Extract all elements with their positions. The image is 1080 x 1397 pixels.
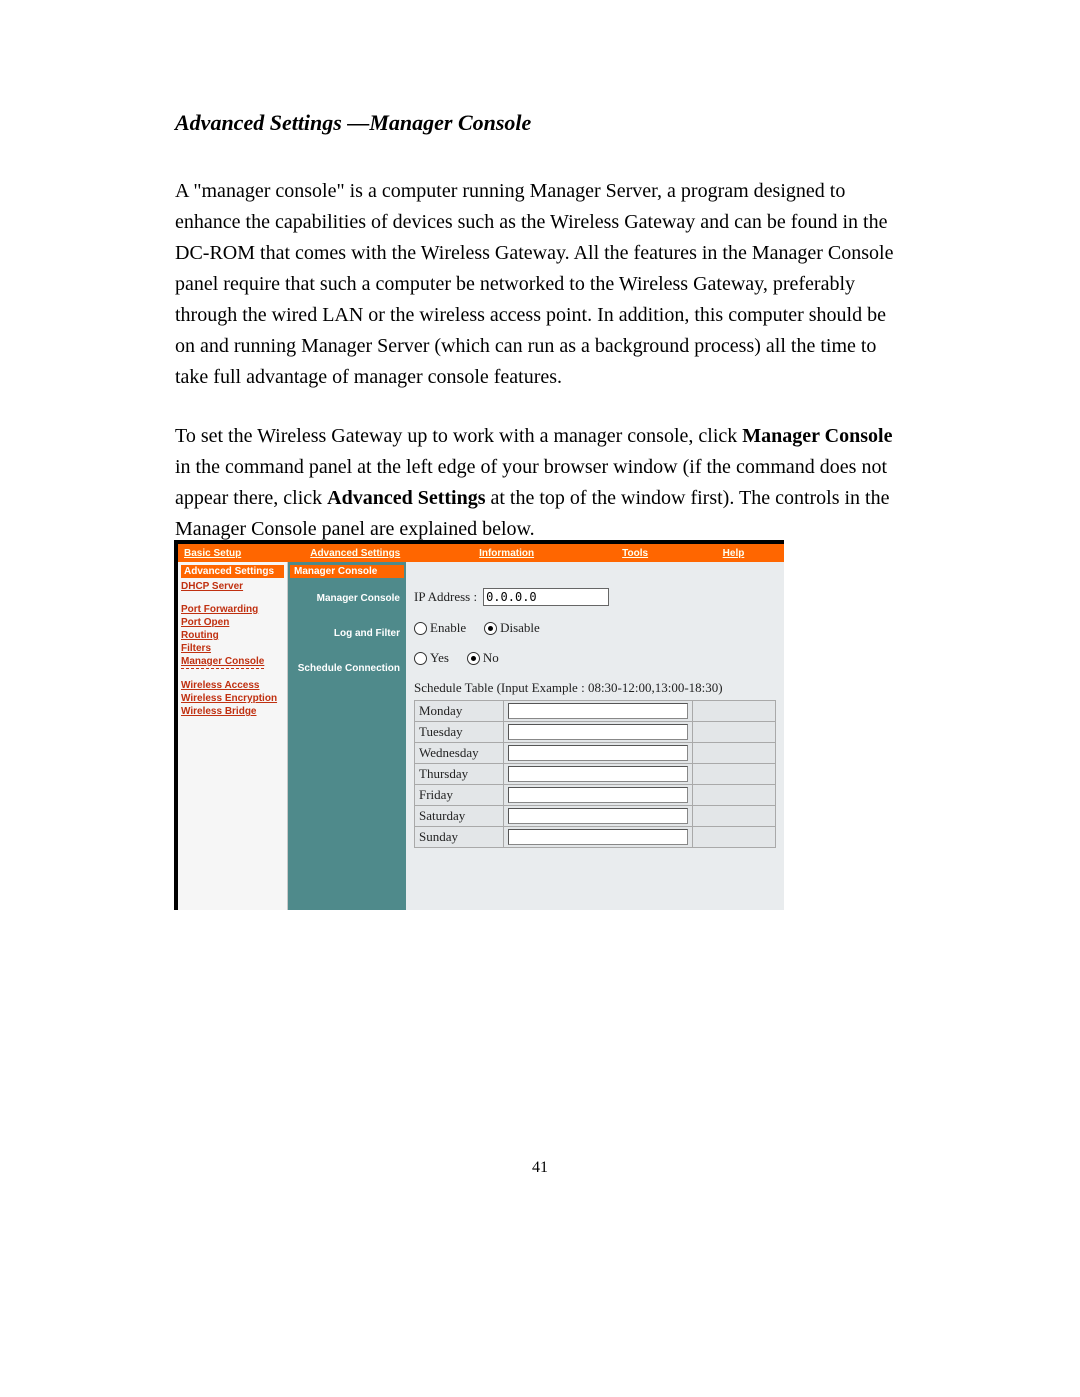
sidebar-section-header: Advanced Settings	[181, 565, 284, 578]
day-cell-monday: Monday	[415, 701, 504, 722]
radio-disable[interactable]: Disable	[484, 620, 540, 636]
schedule-tail-cell	[693, 722, 776, 743]
day-cell-tuesday: Tuesday	[415, 722, 504, 743]
paragraph-2-bold-advanced-settings: Advanced Settings	[327, 487, 485, 509]
paragraph-2-bold-manager-console: Manager Console	[742, 425, 892, 447]
table-row: Friday	[415, 785, 776, 806]
schedule-input-wednesday[interactable]	[508, 745, 688, 761]
nav-help[interactable]: Help	[695, 546, 784, 561]
schedule-input-friday[interactable]	[508, 787, 688, 803]
radio-yes[interactable]: Yes	[414, 650, 449, 666]
schedule-input-tuesday[interactable]	[508, 724, 688, 740]
sidebar-link-manager-console[interactable]: Manager Console	[181, 655, 264, 669]
top-nav: Basic Setup Advanced Settings Informatio…	[178, 544, 784, 562]
table-row: Thursday	[415, 764, 776, 785]
sidebar-link-wireless-bridge[interactable]: Wireless Bridge	[181, 705, 257, 718]
radio-yes-label: Yes	[430, 650, 449, 666]
table-row: Wednesday	[415, 743, 776, 764]
schedule-tail-cell	[693, 743, 776, 764]
schedule-tail-cell	[693, 764, 776, 785]
ip-address-row: IP Address :	[414, 588, 776, 606]
sidebar-link-wireless-encryption[interactable]: Wireless Encryption	[181, 692, 277, 705]
nav-basic-setup[interactable]: Basic Setup	[178, 546, 304, 561]
day-cell-wednesday: Wednesday	[415, 743, 504, 764]
schedule-input-saturday[interactable]	[508, 808, 688, 824]
table-row: Saturday	[415, 806, 776, 827]
page-number: 41	[0, 1159, 1080, 1177]
sidebar-link-port-forwarding[interactable]: Port Forwarding	[181, 603, 258, 616]
radio-enable[interactable]: Enable	[414, 620, 466, 636]
schedule-table-title: Schedule Table (Input Example : 08:30-12…	[414, 680, 776, 696]
schedule-table: Monday Tuesday Wednesday	[414, 700, 776, 848]
radio-no[interactable]: No	[467, 650, 499, 666]
day-cell-friday: Friday	[415, 785, 504, 806]
panel-header-manager-console: Manager Console	[290, 565, 404, 578]
main-panel: IP Address : Enable Disable	[406, 562, 784, 910]
nav-information[interactable]: Information	[438, 546, 587, 561]
radio-icon	[414, 622, 427, 635]
paragraph-2: To set the Wireless Gateway up to work w…	[175, 421, 905, 545]
sidebar-link-wireless-access[interactable]: Wireless Access	[181, 679, 259, 692]
radio-icon	[414, 652, 427, 665]
row-labels-column: Manager Console Manager Console Log and …	[288, 562, 406, 910]
document-page: Advanced Settings —Manager Console A "ma…	[0, 0, 1080, 1397]
schedule-tail-cell	[693, 827, 776, 848]
paragraph-1: A "manager console" is a computer runnin…	[175, 176, 905, 393]
table-row: Sunday	[415, 827, 776, 848]
row-label-log-and-filter: Log and Filter	[288, 625, 406, 642]
schedule-input-monday[interactable]	[508, 703, 688, 719]
radio-icon	[467, 652, 480, 665]
day-cell-thursday: Thursday	[415, 764, 504, 785]
schedule-tail-cell	[693, 701, 776, 722]
day-cell-saturday: Saturday	[415, 806, 504, 827]
schedule-connection-row: Yes No	[414, 650, 776, 666]
table-row: Tuesday	[415, 722, 776, 743]
radio-no-label: No	[483, 650, 499, 666]
log-and-filter-row: Enable Disable	[414, 620, 776, 636]
embedded-screenshot: Basic Setup Advanced Settings Informatio…	[174, 540, 784, 910]
sidebar-link-dhcp-server[interactable]: DHCP Server	[181, 580, 243, 593]
row-label-schedule-connection: Schedule Connection	[288, 660, 406, 677]
paragraph-2-a: To set the Wireless Gateway up to work w…	[175, 425, 742, 447]
row-label-manager-console: Manager Console	[288, 590, 406, 607]
schedule-input-thursday[interactable]	[508, 766, 688, 782]
ip-address-input[interactable]	[483, 588, 609, 606]
day-cell-sunday: Sunday	[415, 827, 504, 848]
radio-disable-label: Disable	[500, 620, 540, 636]
schedule-input-sunday[interactable]	[508, 829, 688, 845]
ip-address-label: IP Address :	[414, 589, 477, 605]
radio-enable-label: Enable	[430, 620, 466, 636]
sidebar-link-filters[interactable]: Filters	[181, 642, 211, 655]
schedule-tail-cell	[693, 785, 776, 806]
left-sidebar: Advanced Settings DHCP Server Port Forwa…	[178, 562, 288, 910]
page-heading: Advanced Settings —Manager Console	[175, 110, 905, 136]
nav-tools[interactable]: Tools	[587, 546, 695, 561]
nav-advanced-settings[interactable]: Advanced Settings	[304, 546, 438, 561]
sidebar-link-routing[interactable]: Routing	[181, 629, 219, 642]
table-row: Monday	[415, 701, 776, 722]
sidebar-link-port-open[interactable]: Port Open	[181, 616, 229, 629]
radio-icon	[484, 622, 497, 635]
schedule-tail-cell	[693, 806, 776, 827]
